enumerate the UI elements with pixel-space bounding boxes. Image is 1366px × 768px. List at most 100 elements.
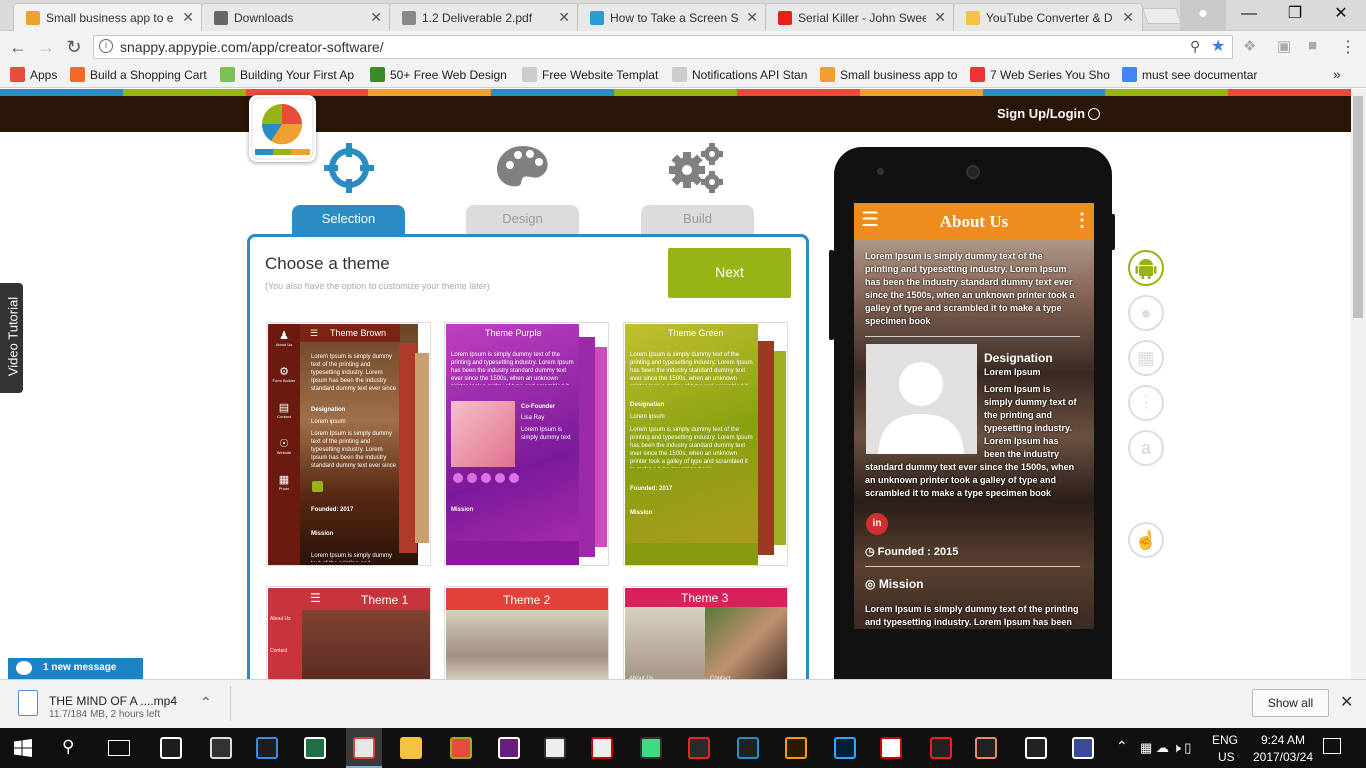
info-icon[interactable]: i [99, 39, 113, 53]
app-icon-9[interactable] [544, 737, 566, 759]
store-icon[interactable] [160, 737, 182, 759]
next-button[interactable]: Next [668, 248, 791, 298]
tab-close-icon[interactable]: ✕ [1122, 9, 1134, 26]
theme-card-green[interactable]: Theme Green Lorem Ipsum is simply dummy … [623, 322, 788, 566]
zoom-icon[interactable]: ⚲ [1190, 38, 1200, 55]
app-icon-10[interactable] [591, 737, 613, 759]
pdf-extension-icon[interactable]: ■ [1308, 37, 1317, 54]
tray-icons[interactable]: ▦ ☁ 🕨 ▯ [1140, 740, 1191, 756]
search-icon[interactable]: ⚲ [62, 737, 74, 757]
tray-chevron-icon[interactable]: ⌃ [1116, 738, 1128, 755]
excel-icon[interactable] [304, 737, 326, 759]
illustrator-icon[interactable] [785, 737, 807, 759]
region-indicator[interactable]: US [1218, 750, 1235, 764]
tab-build[interactable]: Build [641, 205, 754, 235]
appypie-logo[interactable] [249, 95, 316, 162]
tab-3[interactable]: How to Take a Screen Sh ✕ [577, 3, 767, 31]
edge-icon[interactable] [256, 737, 278, 759]
app-icon-13[interactable] [737, 737, 759, 759]
tab-4[interactable]: Serial Killer - John Swee ✕ [765, 3, 955, 31]
profile-icon[interactable]: ● [1180, 0, 1226, 30]
tab-0[interactable]: Small business app to e ✕ [13, 3, 203, 32]
language-indicator[interactable]: ENG [1212, 733, 1238, 747]
theme-green-text: Lorem Ipsum is simply dummy text of the … [630, 352, 753, 385]
page-scrollbar-thumb[interactable] [1353, 96, 1363, 318]
tab-favicon-icon [402, 11, 416, 25]
theme-brown-nav-label: About Us [275, 342, 293, 347]
video-tutorial-tab[interactable]: Video Tutorial [0, 283, 23, 393]
app-icon-16[interactable] [880, 737, 902, 759]
new-tab-button[interactable] [1142, 8, 1182, 24]
blackberry-platform-icon[interactable]: ⋮ [1128, 385, 1164, 421]
photoshop-icon[interactable] [834, 737, 856, 759]
theme-card-3[interactable]: Theme 3 About Us Contact [623, 586, 788, 686]
apple-platform-icon[interactable]: ● [1128, 295, 1164, 331]
touch-icon[interactable]: ☝ [1128, 522, 1164, 558]
app-icon-7[interactable] [450, 737, 472, 759]
show-all-button[interactable]: Show all [1252, 689, 1329, 717]
android-studio-icon[interactable] [640, 737, 662, 759]
bookmark-2[interactable]: Building Your First Ap [220, 67, 354, 82]
tab-close-icon[interactable]: ✕ [746, 9, 758, 26]
minimize-button[interactable]: — [1226, 0, 1272, 30]
theme-card-purple[interactable]: Theme Purple Lorem Ipsum is simply dummy… [444, 322, 609, 566]
app-icon-17[interactable] [930, 737, 952, 759]
bookmark-1[interactable]: Build a Shopping Cart [70, 67, 207, 82]
download-filename[interactable]: THE MIND OF A ....mp4 [49, 694, 177, 708]
acrobat-icon[interactable] [688, 737, 710, 759]
file-explorer-icon[interactable] [400, 737, 422, 759]
bookmark-4[interactable]: Free Website Templat [522, 67, 658, 82]
tab-close-icon[interactable]: ✕ [934, 9, 946, 26]
visual-studio-icon[interactable] [498, 737, 520, 759]
bookmark-8[interactable]: must see documentar [1122, 67, 1257, 82]
theme-card-1[interactable]: ☰ Theme 1 About Us Contact [266, 586, 431, 686]
tab-close-icon[interactable]: ✕ [182, 9, 194, 26]
tab-5[interactable]: YouTube Converter & D ✕ [953, 3, 1143, 31]
chrome-icon[interactable] [353, 737, 375, 759]
clock-date[interactable]: 2017/03/24 [1247, 750, 1319, 764]
tab-design[interactable]: Design [466, 205, 579, 235]
back-icon[interactable]: ← [6, 36, 30, 58]
clock-time[interactable]: 9:24 AM [1253, 733, 1313, 747]
windows-platform-icon[interactable]: ▦ [1128, 340, 1164, 376]
bookmark-star-icon[interactable]: ★ [1211, 36, 1225, 56]
bookmark-label: Small business app to [840, 68, 958, 82]
dropbox-icon[interactable]: ❖ [1243, 37, 1256, 55]
tab-close-icon[interactable]: ✕ [558, 9, 570, 26]
maximize-button[interactable]: ❐ [1272, 0, 1318, 30]
app-linkedin-icon[interactable]: in [866, 513, 888, 535]
close-downloads-icon[interactable]: ✕ [1340, 692, 1353, 712]
tab-1[interactable]: Downloads ✕ [201, 3, 391, 31]
amazon-platform-icon[interactable]: a [1128, 430, 1164, 466]
bookmark-0[interactable]: Apps [10, 67, 57, 82]
tab-selection[interactable]: Selection [292, 205, 405, 235]
app-icon-20[interactable] [1072, 737, 1094, 759]
app-icon-19[interactable] [1025, 737, 1047, 759]
bookmarks-overflow-icon[interactable]: » [1333, 66, 1341, 82]
forward-icon[interactable]: → [34, 36, 58, 58]
app-icon-18[interactable] [975, 737, 997, 759]
bookmark-7[interactable]: 7 Web Series You Sho [970, 67, 1110, 82]
theme-brown-linkedin-icon [312, 481, 323, 492]
globe-icon[interactable] [1088, 108, 1100, 120]
bookmark-3[interactable]: 50+ Free Web Design [370, 67, 507, 82]
download-options-icon[interactable]: ⌃ [200, 694, 212, 711]
app-more-icon[interactable]: ⋮ [1073, 210, 1091, 230]
reload-icon[interactable]: ↻ [62, 36, 86, 58]
windows-start-icon[interactable] [14, 739, 32, 757]
tab-2[interactable]: 1.2 Deliverable 2.pdf ✕ [389, 3, 579, 31]
app-icon-2[interactable] [210, 737, 232, 759]
theme-card-brown[interactable]: Theme Brown ☰ ♟ About Us ⚙ Form Builder ▤ Con… [266, 322, 431, 566]
close-window-button[interactable]: ✕ [1318, 0, 1364, 30]
signup-login-link[interactable]: Sign Up/Login [997, 106, 1085, 121]
chat-notification[interactable]: 1 new message [8, 658, 143, 680]
menu-icon[interactable]: ⋮ [1340, 37, 1356, 57]
theme-card-2[interactable]: Theme 2 [444, 586, 609, 686]
notifications-icon[interactable] [1323, 738, 1341, 754]
extension-icon[interactable]: ▣ [1277, 37, 1291, 55]
bookmark-6[interactable]: Small business app to [820, 67, 958, 82]
tab-close-icon[interactable]: ✕ [370, 9, 382, 26]
task-view-icon[interactable] [108, 740, 130, 756]
android-platform-icon[interactable] [1128, 250, 1164, 286]
bookmark-5[interactable]: Notifications API Stan [672, 67, 807, 82]
